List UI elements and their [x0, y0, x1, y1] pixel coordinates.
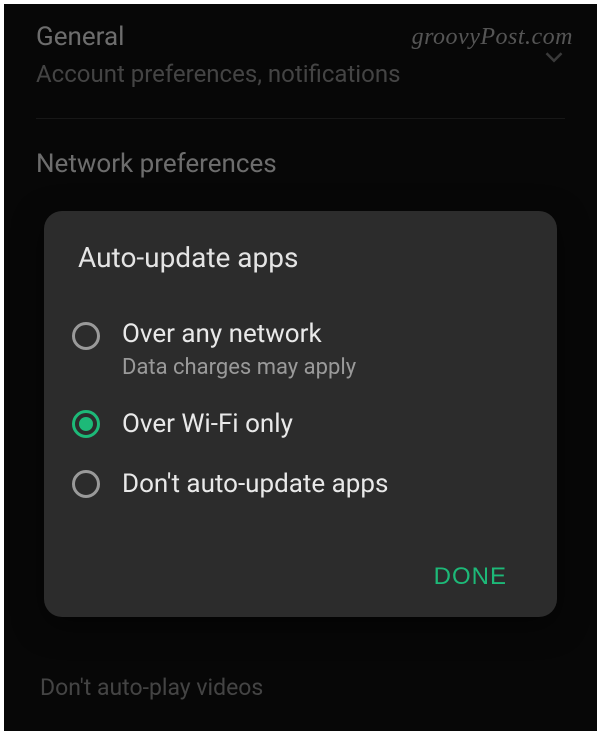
done-button[interactable]: DONE [422, 555, 519, 599]
auto-update-dialog: Auto-update apps Over any network Data c… [44, 211, 557, 617]
radio-label: Over any network [122, 318, 356, 351]
radio-option-wifi-only[interactable]: Over Wi-Fi only [72, 394, 529, 455]
radio-label: Don't auto-update apps [122, 468, 388, 501]
radio-option-any-network[interactable]: Over any network Data charges may apply [72, 304, 529, 394]
radio-icon [72, 470, 100, 498]
radio-sublabel: Data charges may apply [122, 355, 356, 380]
dialog-title: Auto-update apps [78, 241, 529, 274]
settings-screen: General Account preferences, notificatio… [4, 4, 597, 731]
radio-text: Over Wi-Fi only [122, 408, 293, 441]
radio-text: Don't auto-update apps [122, 468, 388, 501]
radio-icon [72, 322, 100, 350]
dialog-actions: DONE [72, 555, 529, 599]
radio-label: Over Wi-Fi only [122, 408, 293, 441]
radio-icon-selected [72, 410, 100, 438]
radio-text: Over any network Data charges may apply [122, 318, 356, 380]
radio-option-dont-update[interactable]: Don't auto-update apps [72, 454, 529, 515]
